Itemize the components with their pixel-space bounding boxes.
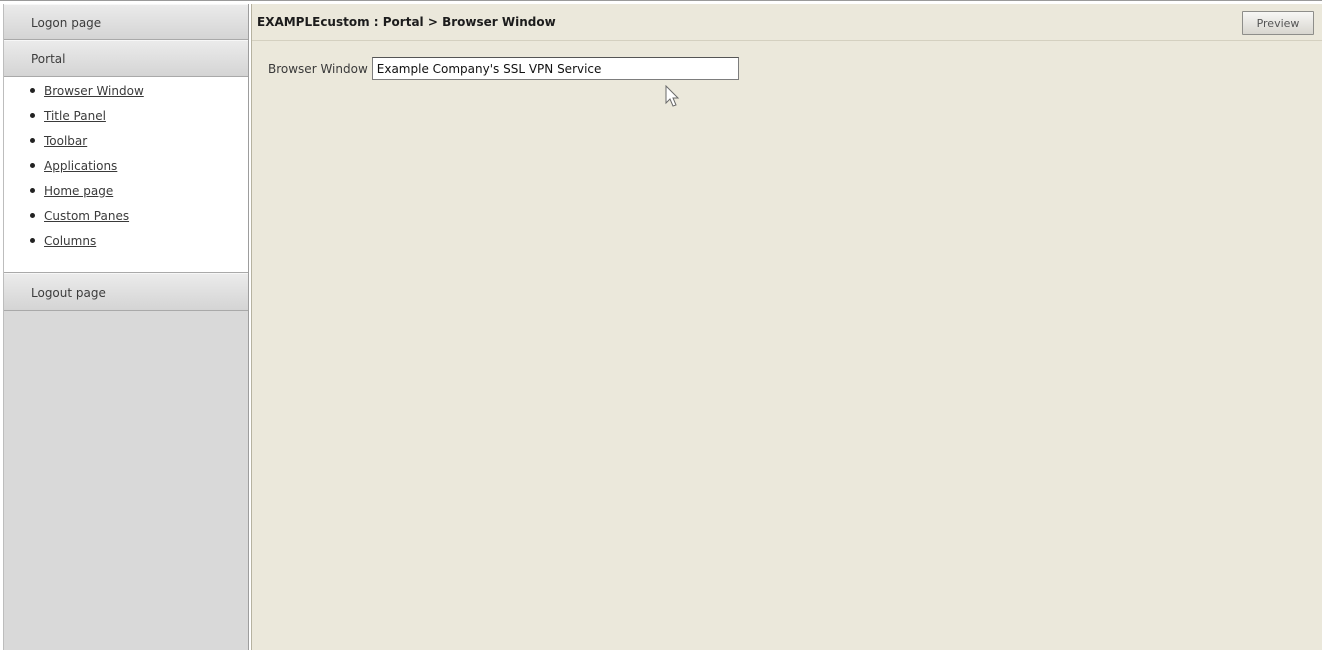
- sidebar-link-applications[interactable]: Applications: [44, 159, 117, 173]
- content-header: EXAMPLEcustom : Portal > Browser Window …: [252, 4, 1322, 41]
- bullet-icon: [30, 238, 35, 243]
- browser-window-title-input[interactable]: [371, 57, 739, 80]
- sidebar-link-columns[interactable]: Columns: [44, 234, 96, 248]
- breadcrumb: EXAMPLEcustom : Portal > Browser Window: [257, 15, 556, 29]
- sidebar-link-title-panel[interactable]: Title Panel: [44, 109, 106, 123]
- mouse-pointer-icon: [665, 85, 680, 107]
- sidebar-link-custom-panes[interactable]: Custom Panes: [44, 209, 129, 223]
- sidebar-item-title-panel: Title Panel: [30, 104, 248, 129]
- portal-item-list: Browser Window Title Panel Toolbar Appli…: [4, 77, 248, 273]
- bullet-icon: [30, 213, 35, 218]
- sidebar-section-label: Logout page: [31, 286, 106, 300]
- sidebar-section-portal[interactable]: Portal: [4, 40, 248, 77]
- app-window: Logon page Portal Browser Window Title P…: [0, 0, 1322, 650]
- bullet-icon: [30, 138, 35, 143]
- sidebar-item-columns: Columns: [30, 229, 248, 254]
- preview-button[interactable]: Preview: [1242, 11, 1314, 35]
- sidebar-link-home-page[interactable]: Home page: [44, 184, 113, 198]
- sidebar-item-toolbar: Toolbar: [30, 129, 248, 154]
- bullet-icon: [30, 188, 35, 193]
- sidebar-item-applications: Applications: [30, 154, 248, 179]
- sidebar-section-logout-page[interactable]: Logout page: [4, 273, 248, 311]
- sidebar-section-label: Portal: [31, 52, 66, 66]
- sidebar-item-browser-window: Browser Window: [30, 79, 248, 104]
- browser-window-label: Browser Window: [268, 61, 368, 76]
- browser-window-field-row: Browser Window: [268, 57, 739, 80]
- bullet-icon: [30, 113, 35, 118]
- bullet-icon: [30, 163, 35, 168]
- sidebar-link-browser-window[interactable]: Browser Window: [44, 84, 144, 98]
- bullet-icon: [30, 88, 35, 93]
- sidebar-item-home-page: Home page: [30, 179, 248, 204]
- content-panel: EXAMPLEcustom : Portal > Browser Window …: [251, 4, 1322, 650]
- sidebar: Logon page Portal Browser Window Title P…: [3, 4, 249, 650]
- sidebar-item-custom-panes: Custom Panes: [30, 204, 248, 229]
- sidebar-section-logon-page[interactable]: Logon page: [4, 4, 248, 40]
- sidebar-link-toolbar[interactable]: Toolbar: [44, 134, 87, 148]
- sidebar-section-label: Logon page: [31, 16, 102, 30]
